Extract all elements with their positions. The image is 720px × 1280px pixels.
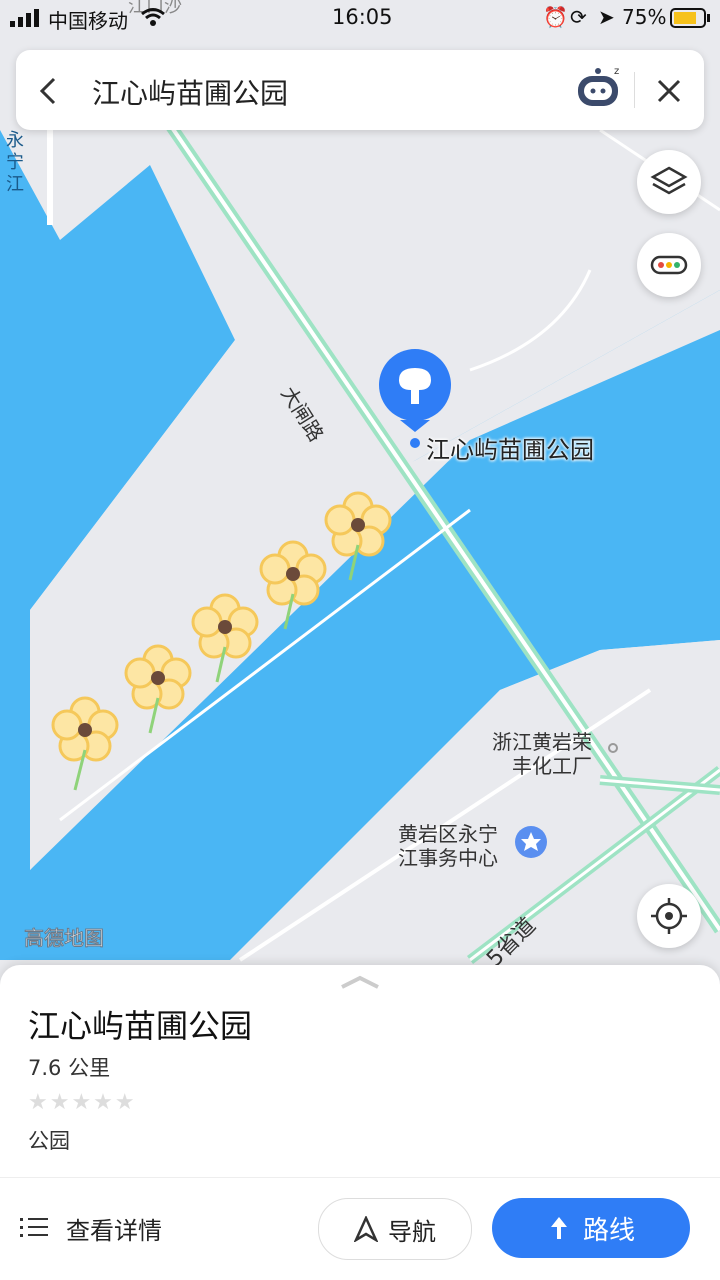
locate-me-button[interactable]	[637, 884, 701, 948]
divider	[0, 1177, 720, 1178]
place-label-line: 黄岩区永宁	[398, 822, 498, 846]
voice-assistant-icon[interactable]: z	[574, 64, 626, 116]
route-label: 路线	[582, 1215, 635, 1246]
battery-icon	[670, 8, 710, 28]
route-arrow-icon	[550, 1217, 567, 1239]
traffic-button[interactable]	[637, 233, 701, 297]
poi-label[interactable]: 江心屿苗圃公园	[426, 430, 594, 465]
layers-button[interactable]	[637, 150, 701, 214]
traffic-icon	[650, 255, 688, 275]
svg-text:z: z	[614, 66, 619, 77]
place-label-line: 丰化工厂	[512, 754, 592, 778]
alarm-icon: ⏰	[543, 5, 568, 29]
signal-icon	[10, 9, 39, 27]
list-icon	[20, 1218, 48, 1237]
amap-watermark: 高德地图	[24, 926, 105, 951]
poi-distance: 7.6 公里	[28, 1056, 111, 1080]
place-label-rongfeng[interactable]: 浙江黄岩荣 丰化工厂	[492, 730, 592, 778]
layers-icon	[650, 166, 688, 195]
place-label-line: 浙江黄岩荣	[492, 730, 592, 754]
river-label: 永宁江	[6, 130, 24, 195]
battery-percent: 75%	[622, 5, 667, 29]
rating-stars: ★★★★★	[28, 1090, 137, 1115]
view-details-button[interactable]: 查看详情	[20, 1198, 200, 1258]
poi-detail-sheet[interactable]: 江心屿苗圃公园 7.6 公里 ★★★★★ 公园 查看详情 导航 路线	[0, 965, 720, 1280]
divider	[634, 72, 635, 108]
rotation-lock-icon: ⟳	[570, 5, 587, 29]
crosshair-icon	[651, 898, 687, 934]
route-button[interactable]: 路线	[492, 1198, 690, 1258]
navigate-label: 导航	[388, 1217, 436, 1246]
status-bar: 中国移动 16:05 ⏰ ⟳ ➤ 75%	[0, 0, 720, 36]
search-bar[interactable]: 江心屿苗圃公园 z	[16, 50, 704, 130]
poi-title: 江心屿苗圃公园	[28, 1007, 253, 1045]
close-icon[interactable]	[656, 78, 682, 104]
navigate-button[interactable]: 导航	[318, 1198, 472, 1260]
back-icon[interactable]	[38, 77, 58, 105]
place-label-yongning[interactable]: 黄岩区永宁 江事务中心	[398, 822, 498, 870]
star-poi-icon[interactable]	[515, 826, 547, 858]
place-label-line: 江事务中心	[398, 846, 498, 870]
clock: 16:05	[332, 5, 393, 29]
view-details-label: 查看详情	[66, 1216, 162, 1245]
location-arrow-icon: ➤	[598, 5, 615, 29]
poi-category: 公园	[28, 1129, 70, 1153]
navigation-arrow-icon	[354, 1216, 378, 1242]
search-query[interactable]: 江心屿苗圃公园	[92, 72, 288, 112]
wifi-icon	[141, 8, 165, 26]
sheet-handle-icon[interactable]	[340, 975, 380, 989]
carrier-name: 中国移动	[48, 9, 128, 33]
